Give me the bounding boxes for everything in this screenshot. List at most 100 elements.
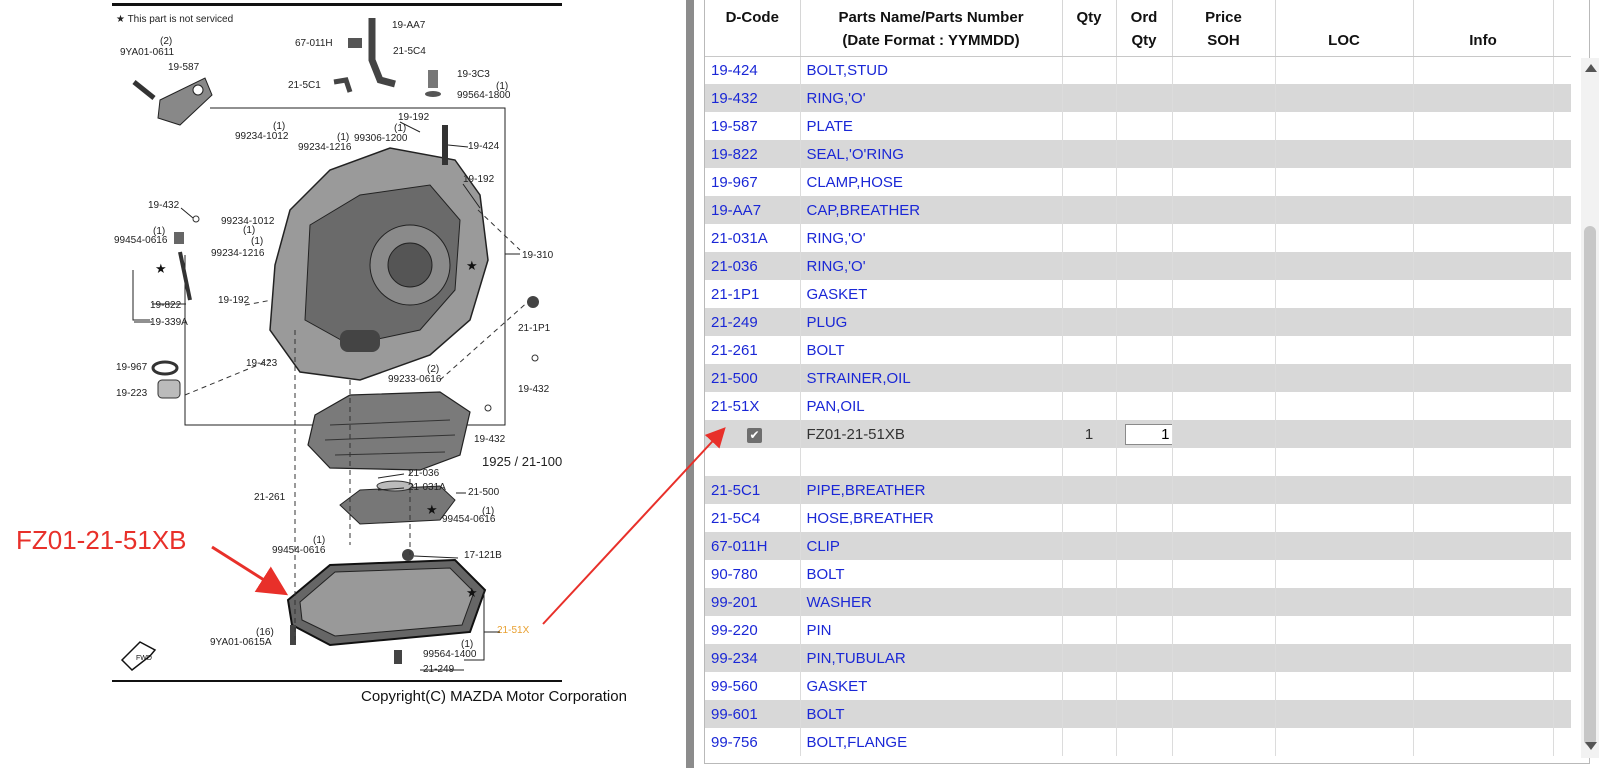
table-row[interactable]: 21-1P1 GASKET	[705, 280, 1571, 308]
table-row[interactable]: 21-5C1 PIPE,BREATHER	[705, 476, 1571, 504]
part-name-link[interactable]: PIN,TUBULAR	[800, 644, 1063, 672]
part-name-link[interactable]: BOLT	[800, 700, 1063, 728]
callout-19-432b: 19-432	[518, 384, 550, 395]
dcode-link[interactable]: 67-011H	[705, 532, 801, 560]
dcode-link[interactable]: 99-601	[705, 700, 801, 728]
col-header-dcode[interactable]: D-Code	[705, 0, 801, 57]
scroll-up-arrow-icon[interactable]	[1585, 64, 1597, 72]
dcode-link[interactable]: 21-249	[705, 308, 801, 336]
dcode-link[interactable]: 99-560	[705, 672, 801, 700]
dcode-link[interactable]: 21-031A	[705, 224, 801, 252]
table-row[interactable]: 99-201 WASHER	[705, 588, 1571, 616]
col-header-ord-qty[interactable]: Ord Qty	[1116, 0, 1173, 57]
table-row[interactable]: 21-500 STRAINER,OIL	[705, 364, 1571, 392]
part-name-link[interactable]: GASKET	[800, 672, 1063, 700]
col-header-price-line1: Price	[1205, 9, 1242, 26]
dcode-link[interactable]: 99-220	[705, 616, 801, 644]
part-name-link[interactable]: STRAINER,OIL	[800, 364, 1063, 392]
table-row[interactable]: 99-601 BOLT	[705, 700, 1571, 728]
ord-qty-cell	[1116, 196, 1173, 224]
dcode-link[interactable]: 19-967	[705, 168, 801, 196]
part-name-link[interactable]: PLATE	[800, 112, 1063, 140]
dcode-link[interactable]: 19-424	[705, 56, 801, 84]
parts-diagram: ★ This part is not serviced ★ ★ ★ ★ 9YA0…	[16, 3, 627, 705]
part-name-link[interactable]: CLAMP,HOSE	[800, 168, 1063, 196]
col-header-qty[interactable]: Qty	[1062, 0, 1117, 57]
spacer-cell	[1553, 616, 1571, 644]
table-row[interactable]: 21-031A RING,'O'	[705, 224, 1571, 252]
dcode-link[interactable]: 21-036	[705, 252, 801, 280]
part-name-link[interactable]: HOSE,BREATHER	[800, 504, 1063, 532]
callout-67-011h: 67-011H	[295, 38, 333, 49]
dcode-link[interactable]: 19-432	[705, 84, 801, 112]
table-row[interactable]: 19-587 PLATE	[705, 112, 1571, 140]
dcode-link[interactable]: 99-201	[705, 588, 801, 616]
callout-qty1j: (1)	[461, 639, 473, 650]
scroll-down-arrow-icon[interactable]	[1585, 742, 1597, 750]
table-row[interactable]: 21-036 RING,'O'	[705, 252, 1571, 280]
table-row[interactable]: 21-51X PAN,OIL	[705, 392, 1571, 420]
scrollbar-thumb[interactable]	[1584, 226, 1596, 746]
spacer-cell	[1553, 392, 1571, 420]
dcode-link[interactable]: 21-500	[705, 364, 801, 392]
table-row[interactable]: 19-432 RING,'O'	[705, 84, 1571, 112]
part-name-link[interactable]: RING,'O'	[800, 252, 1063, 280]
part-name-link[interactable]: CLIP	[800, 532, 1063, 560]
table-row[interactable]: 19-424 BOLT,STUD	[705, 56, 1571, 84]
order-qty-input[interactable]	[1124, 423, 1171, 445]
part-name-link[interactable]: PLUG	[800, 308, 1063, 336]
loc-cell	[1275, 196, 1414, 224]
table-row[interactable]: 99-220 PIN	[705, 616, 1571, 644]
dcode-link[interactable]: 99-234	[705, 644, 801, 672]
callout-qty1f: (1)	[251, 236, 263, 247]
dcode-link[interactable]: 21-261	[705, 336, 801, 364]
part-name-link[interactable]: WASHER	[800, 588, 1063, 616]
pane-splitter[interactable]	[686, 0, 694, 768]
part-name-link[interactable]: BOLT	[800, 336, 1063, 364]
part-name-link[interactable]: GASKET	[800, 280, 1063, 308]
table-row[interactable]: 19-AA7 CAP,BREATHER	[705, 196, 1571, 224]
part-name-link[interactable]: PIN	[800, 616, 1063, 644]
price-cell	[1172, 728, 1276, 756]
table-row[interactable]: 99-560 GASKET	[705, 672, 1571, 700]
table-row[interactable]: ✔ FZ01-21-51XB 1	[705, 420, 1571, 448]
info-cell	[1413, 476, 1554, 504]
table-row[interactable]: 21-249 PLUG	[705, 308, 1571, 336]
part-name-link[interactable]: BOLT,STUD	[800, 56, 1063, 84]
col-header-price-soh[interactable]: Price SOH	[1172, 0, 1276, 57]
table-row[interactable]: 90-780 BOLT	[705, 560, 1571, 588]
dcode-link[interactable]: 19-AA7	[705, 196, 801, 224]
row-select-checkbox[interactable]: ✔	[747, 427, 762, 443]
dcode-link[interactable]: 19-587	[705, 112, 801, 140]
dcode-link[interactable]: 21-5C4	[705, 504, 801, 532]
loc-cell	[1275, 364, 1414, 392]
dcode-link[interactable]: 21-1P1	[705, 280, 801, 308]
part-name-link[interactable]: PAN,OIL	[800, 392, 1063, 420]
part-name-link[interactable]: SEAL,'O'RING	[800, 140, 1063, 168]
dcode-link[interactable]: 21-51X	[705, 392, 801, 420]
table-vertical-scrollbar[interactable]	[1581, 58, 1599, 758]
part-name-link[interactable]: PIPE,BREATHER	[800, 476, 1063, 504]
dcode-link[interactable]: 99-756	[705, 728, 801, 756]
table-row[interactable]: 19-822 SEAL,'O'RING	[705, 140, 1571, 168]
part-name-link[interactable]: RING,'O'	[800, 224, 1063, 252]
dcode-link[interactable]: 19-822	[705, 140, 801, 168]
dcode-link[interactable]: 90-780	[705, 560, 801, 588]
table-row[interactable]: 67-011H CLIP	[705, 532, 1571, 560]
ord-qty-cell	[1116, 588, 1173, 616]
part-name-link[interactable]: CAP,BREATHER	[800, 196, 1063, 224]
col-header-loc[interactable]: LOC	[1275, 0, 1414, 57]
part-name-link[interactable]: BOLT,FLANGE	[800, 728, 1063, 756]
part-name-link[interactable]: BOLT	[800, 560, 1063, 588]
price-cell	[1172, 280, 1276, 308]
table-row[interactable]: 21-5C4 HOSE,BREATHER	[705, 504, 1571, 532]
dcode-link[interactable]: 21-5C1	[705, 476, 801, 504]
price-cell	[1172, 588, 1276, 616]
table-row[interactable]: 21-261 BOLT	[705, 336, 1571, 364]
table-row[interactable]: 99-234 PIN,TUBULAR	[705, 644, 1571, 672]
col-header-info[interactable]: Info	[1413, 0, 1554, 57]
part-name-link[interactable]: RING,'O'	[800, 84, 1063, 112]
table-row[interactable]: 19-967 CLAMP,HOSE	[705, 168, 1571, 196]
table-row[interactable]: 99-756 BOLT,FLANGE	[705, 728, 1571, 756]
col-header-parts-name[interactable]: Parts Name/Parts Number (Date Format : YY…	[800, 0, 1063, 57]
